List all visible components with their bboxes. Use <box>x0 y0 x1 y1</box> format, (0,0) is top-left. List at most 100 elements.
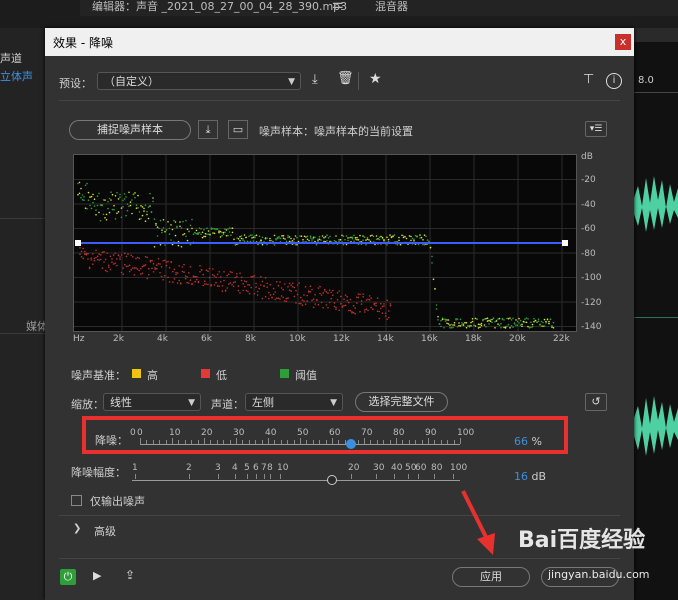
reduce-by-label: 降噪幅度： <box>71 466 126 479</box>
graph-y-tick: -100 <box>581 273 602 283</box>
legend-label: 噪声基准： <box>71 369 126 382</box>
scale-select[interactable]: 线性 ▼ <box>103 393 201 411</box>
noise-reduction-tick: 50 <box>297 428 309 438</box>
legend-swatch-low <box>201 369 210 378</box>
chevron-down-icon: ▼ <box>330 398 337 408</box>
reduce-by-tick: 1 <box>132 463 138 473</box>
graph-x-tick: 14k <box>377 334 394 344</box>
graph-y-tick: -40 <box>581 199 596 210</box>
noise-reduction-tick: 70 <box>361 428 373 438</box>
noise-reduction-tick: 40 <box>265 428 277 438</box>
loop-export-icon[interactable]: ⇪ <box>125 568 135 582</box>
scale-value: 线性 <box>110 396 132 409</box>
preset-value: （自定义） <box>104 75 159 88</box>
load-noise-print-folder-icon[interactable]: ▭ <box>228 120 248 139</box>
reduce-by-tick: 5 <box>244 463 250 473</box>
close-button[interactable]: x <box>615 34 631 50</box>
delete-preset-icon[interactable]: 🗑 <box>337 71 354 86</box>
panel-menu-icon[interactable]: ▾☰ <box>585 121 607 137</box>
dialog-title: 效果 - 降噪 <box>53 36 113 50</box>
mixer-tab[interactable]: 混音器 <box>375 0 408 14</box>
dialog-title-bar[interactable]: 效果 - 降噪 x <box>45 28 634 56</box>
reduce-by-tick: 10 <box>277 463 289 473</box>
annotation-arrow <box>461 490 495 555</box>
info-icon[interactable]: i <box>606 73 622 89</box>
routing-icon[interactable]: ⊤ <box>583 72 594 87</box>
noise-reduction-tick: 60 <box>329 428 341 438</box>
reduce-by-tick: 20 <box>348 463 360 473</box>
reduce-by-tick: 6 <box>253 463 259 473</box>
preset-select[interactable]: （自定义） ▼ <box>97 72 301 90</box>
select-entire-file-button[interactable]: 选择完整文件 <box>355 392 448 412</box>
reduce-by-tick: 2 <box>186 463 192 473</box>
graph-x-tick: 22k <box>553 334 570 344</box>
save-noise-print-icon[interactable]: ⤓ <box>198 120 218 139</box>
noise-reduction-tick: 10 <box>169 428 181 438</box>
legend-item-high: 高 <box>147 369 158 382</box>
reduce-by-track[interactable] <box>132 480 460 481</box>
graph-x-tick: 4k <box>157 334 168 344</box>
save-preset-icon[interactable]: ⤓ <box>312 72 318 87</box>
graph-x-tick: 18k <box>465 334 482 344</box>
capture-noise-print-button[interactable]: 捕捉噪声样本 <box>69 120 191 140</box>
graph-x-tick: 20k <box>509 334 526 344</box>
graph-y-tick: -120 <box>581 297 602 308</box>
reduce-by-tick: 4 <box>232 463 238 473</box>
noise-reduction-track[interactable] <box>140 444 460 445</box>
noise-print-status: 噪声样本：噪声样本的当前设置 <box>259 125 413 138</box>
scale-label: 缩放： <box>71 398 104 411</box>
advanced-section-toggle[interactable]: 高级 <box>94 523 116 539</box>
reduce-by-slider-handle[interactable] <box>327 475 337 485</box>
noise-reduction-tick: 0 <box>130 428 136 438</box>
noise-reduction-tick: 30 <box>233 428 245 438</box>
reduce-by-tick: 7 <box>261 463 267 473</box>
noise-reduction-tick: 0 <box>137 428 143 438</box>
power-toggle-icon[interactable]: ⏻ <box>60 569 76 585</box>
legend-swatch-threshold <box>280 369 289 378</box>
reduce-by-value[interactable]: 16 dB <box>514 470 546 483</box>
background-left-panel: 声道 立体声 媒体 <box>0 28 48 600</box>
editor-tab[interactable]: 编辑器：声音 _2021_08_27_00_04_28_390.mp3 <box>92 0 347 14</box>
graph-y-tick: -140 <box>581 322 602 332</box>
reduce-by-tick: 100 <box>450 463 468 473</box>
legend-swatch-high <box>132 369 141 378</box>
graph-x-tick: 10k <box>289 334 306 344</box>
waveform-graphic <box>634 176 678 456</box>
output-noise-only-label: 仅输出噪声 <box>90 495 145 508</box>
background-waveform-panel: 8.0 <box>634 28 678 600</box>
chevron-right-icon[interactable]: ❯ <box>73 523 81 534</box>
graph-y-tick: -20 <box>581 175 596 185</box>
reduce-by-tick: 8 <box>267 463 273 473</box>
chevron-down-icon: ▼ <box>288 77 295 87</box>
graph-x-tick: 8k <box>245 334 256 344</box>
channel-select[interactable]: 左侧 ▼ <box>245 393 343 411</box>
chevron-down-icon: ▼ <box>188 398 195 408</box>
legend-item-low: 低 <box>216 369 227 382</box>
output-noise-only-checkbox[interactable] <box>71 495 82 506</box>
apply-button[interactable]: 应用 <box>452 567 530 587</box>
channel-value: 左侧 <box>252 396 274 409</box>
reduce-by-tick: 30 <box>373 463 385 473</box>
reduce-by-tick: 3 <box>215 463 221 473</box>
editor-tab-menu-icon[interactable]: ☰ <box>332 0 344 12</box>
graph-x-tick: Hz <box>73 334 85 344</box>
left-panel-channel: 声道 <box>0 52 22 65</box>
baidu-watermark-logo: Bai百度经验 <box>518 528 646 553</box>
reset-icon[interactable]: ↺ <box>585 393 607 411</box>
preset-label: 预设： <box>59 77 92 90</box>
play-icon[interactable]: ▶ <box>93 569 101 582</box>
noise-reduction-value[interactable]: 66 % <box>514 435 542 448</box>
noise-reduction-tick: 90 <box>425 428 437 438</box>
noise-reduction-label: 降噪： <box>95 434 128 447</box>
noise-print-graph[interactable] <box>73 154 577 332</box>
noise-reduction-tick: 20 <box>201 428 213 438</box>
graph-x-tick: 2k <box>113 334 124 344</box>
graph-x-tick: 6k <box>201 334 212 344</box>
reduce-by-tick: 60 <box>415 463 427 473</box>
favorite-star-icon[interactable]: ★ <box>369 71 382 87</box>
channel-label: 声道： <box>211 398 244 411</box>
graph-x-tick: 16k <box>421 334 438 344</box>
left-panel-stereo[interactable]: 立体声 <box>0 68 45 84</box>
reduce-by-tick: 80 <box>431 463 443 473</box>
baidu-watermark-url: jingyan.baidu.com <box>548 568 650 581</box>
